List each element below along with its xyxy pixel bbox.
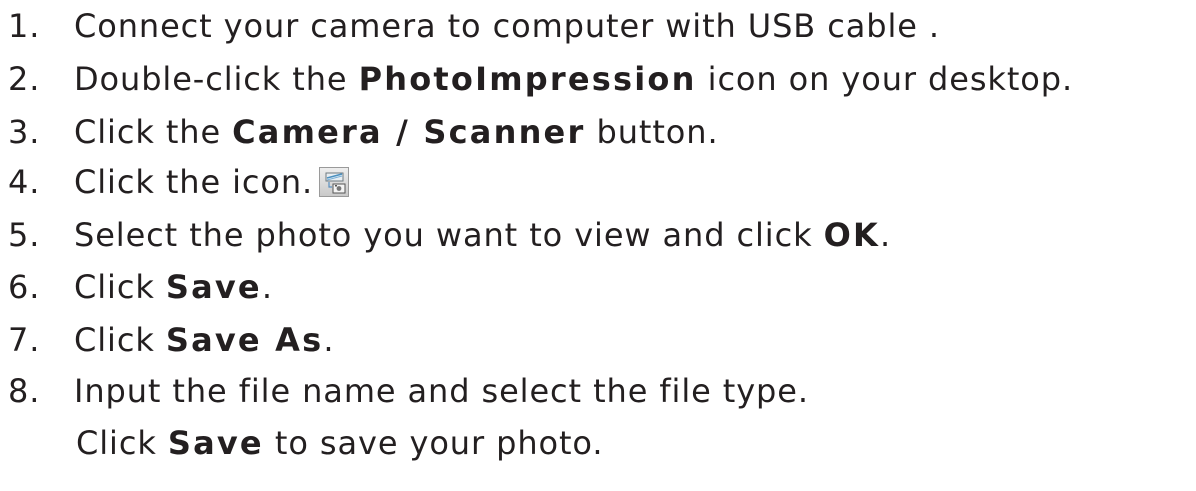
step-text: Input the file name and select the file … xyxy=(74,372,809,410)
step-1: 1. Connect your camera to computer with U… xyxy=(8,4,940,48)
step-text: . xyxy=(261,268,273,306)
button-name-camera-scanner: Camera / Scanner xyxy=(232,113,586,151)
button-name-save-as: Save As xyxy=(165,321,324,359)
step-5: 5. Select the photo you want to view and … xyxy=(8,213,891,257)
step-number: 3. xyxy=(8,113,41,151)
step-text: to save your photo. xyxy=(263,424,604,462)
app-name-photoimpression: PhotoImpression xyxy=(358,60,697,98)
button-name-ok: OK xyxy=(823,216,881,254)
step-text: icon on your desktop. xyxy=(696,60,1074,98)
step-number: 5. xyxy=(8,216,41,254)
step-number: 2. xyxy=(8,60,41,98)
step-text: button. xyxy=(585,113,719,151)
step-7: 7. Click Save As. xyxy=(8,318,334,362)
button-name-save: Save xyxy=(167,424,264,462)
scanner-camera-icon xyxy=(319,167,350,197)
step-number: 1. xyxy=(8,7,41,45)
step-text: Select the photo you want to view and cl… xyxy=(74,216,824,254)
step-2: 2. Double-click the PhotoImpression icon … xyxy=(8,57,1073,101)
step-text: Click xyxy=(76,424,168,462)
step-text: Connect your camera to computer with USB… xyxy=(74,7,940,45)
step-number: 6. xyxy=(8,268,41,306)
step-8: 8. Input the file name and select the fil… xyxy=(8,369,809,413)
step-text: Click xyxy=(74,321,166,359)
step-number: 8. xyxy=(8,372,41,410)
step-number: 7. xyxy=(8,321,41,359)
step-text: Double-click the xyxy=(74,60,359,98)
step-8-continuation: Click Save to save your photo. xyxy=(76,421,603,465)
step-6: 6. Click Save. xyxy=(8,265,273,309)
step-text: . xyxy=(323,321,335,359)
button-name-save: Save xyxy=(165,268,262,306)
step-4: 4. Click the icon. xyxy=(8,160,350,204)
step-number: 4. xyxy=(8,163,41,201)
step-text: Click the xyxy=(74,113,233,151)
step-text: Click the icon. xyxy=(74,163,314,201)
step-text: Click xyxy=(74,268,166,306)
step-text: . xyxy=(880,216,892,254)
step-3: 3. Click the Camera / Scanner button. xyxy=(8,110,719,154)
